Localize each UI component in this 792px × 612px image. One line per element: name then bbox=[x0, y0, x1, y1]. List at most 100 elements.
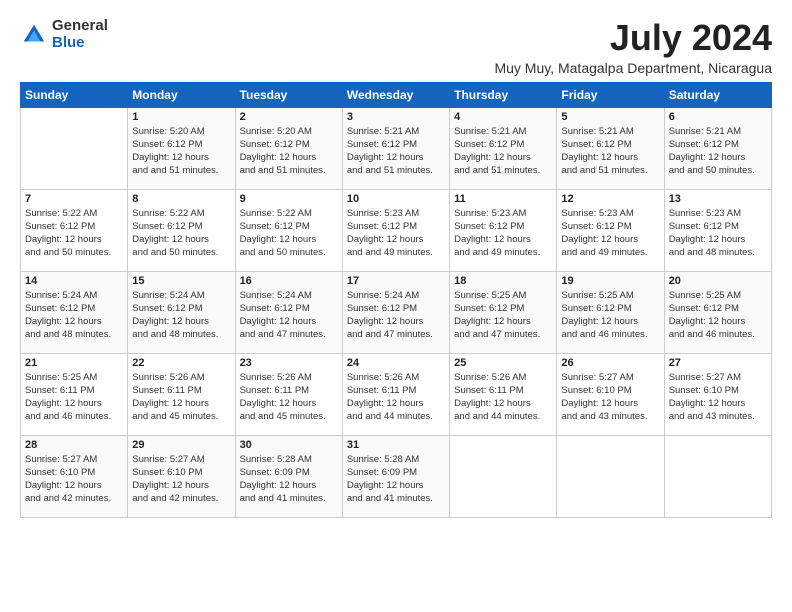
sunrise-text: Sunrise: 5:28 AM bbox=[347, 453, 445, 466]
sunrise-text: Sunrise: 5:22 AM bbox=[240, 207, 338, 220]
sunset-text: Sunset: 6:12 PM bbox=[347, 138, 445, 151]
logo-blue-text: Blue bbox=[52, 35, 108, 52]
day-number: 14 bbox=[25, 275, 123, 287]
sunset-text: Sunset: 6:12 PM bbox=[454, 302, 552, 315]
daylight-text-line2: and and 51 minutes. bbox=[347, 164, 445, 177]
calendar-cell: 4Sunrise: 5:21 AMSunset: 6:12 PMDaylight… bbox=[450, 107, 557, 189]
daylight-text-line2: and and 46 minutes. bbox=[25, 410, 123, 423]
sunset-text: Sunset: 6:12 PM bbox=[347, 220, 445, 233]
daylight-text-line1: Daylight: 12 hours bbox=[669, 233, 767, 246]
day-number: 26 bbox=[561, 357, 659, 369]
daylight-text-line1: Daylight: 12 hours bbox=[132, 397, 230, 410]
calendar-cell: 17Sunrise: 5:24 AMSunset: 6:12 PMDayligh… bbox=[342, 271, 449, 353]
sunrise-text: Sunrise: 5:22 AM bbox=[132, 207, 230, 220]
daylight-text-line1: Daylight: 12 hours bbox=[561, 397, 659, 410]
daylight-text-line2: and and 50 minutes. bbox=[669, 164, 767, 177]
day-number: 12 bbox=[561, 193, 659, 205]
day-number: 5 bbox=[561, 111, 659, 123]
logo-general-text: General bbox=[52, 18, 108, 35]
day-number: 27 bbox=[669, 357, 767, 369]
sunrise-text: Sunrise: 5:23 AM bbox=[561, 207, 659, 220]
daylight-text-line1: Daylight: 12 hours bbox=[669, 315, 767, 328]
daylight-text-line1: Daylight: 12 hours bbox=[454, 233, 552, 246]
sunrise-text: Sunrise: 5:24 AM bbox=[240, 289, 338, 302]
sunrise-text: Sunrise: 5:23 AM bbox=[347, 207, 445, 220]
sunset-text: Sunset: 6:10 PM bbox=[561, 384, 659, 397]
calendar-cell: 7Sunrise: 5:22 AMSunset: 6:12 PMDaylight… bbox=[21, 189, 128, 271]
daylight-text-line2: and and 44 minutes. bbox=[347, 410, 445, 423]
calendar-cell: 25Sunrise: 5:26 AMSunset: 6:11 PMDayligh… bbox=[450, 353, 557, 435]
day-number: 3 bbox=[347, 111, 445, 123]
calendar-body: 1Sunrise: 5:20 AMSunset: 6:12 PMDaylight… bbox=[21, 107, 772, 517]
daylight-text-line2: and and 51 minutes. bbox=[132, 164, 230, 177]
sunset-text: Sunset: 6:11 PM bbox=[240, 384, 338, 397]
sunrise-text: Sunrise: 5:25 AM bbox=[561, 289, 659, 302]
sunset-text: Sunset: 6:12 PM bbox=[669, 220, 767, 233]
calendar-week-row: 1Sunrise: 5:20 AMSunset: 6:12 PMDaylight… bbox=[21, 107, 772, 189]
calendar-cell: 18Sunrise: 5:25 AMSunset: 6:12 PMDayligh… bbox=[450, 271, 557, 353]
daylight-text-line2: and and 50 minutes. bbox=[25, 246, 123, 259]
daylight-text-line1: Daylight: 12 hours bbox=[25, 397, 123, 410]
calendar-cell: 5Sunrise: 5:21 AMSunset: 6:12 PMDaylight… bbox=[557, 107, 664, 189]
day-number: 10 bbox=[347, 193, 445, 205]
daylight-text-line1: Daylight: 12 hours bbox=[132, 479, 230, 492]
day-number: 9 bbox=[240, 193, 338, 205]
daylight-text-line1: Daylight: 12 hours bbox=[240, 233, 338, 246]
daylight-text-line1: Daylight: 12 hours bbox=[240, 397, 338, 410]
sunset-text: Sunset: 6:12 PM bbox=[132, 138, 230, 151]
calendar-cell: 9Sunrise: 5:22 AMSunset: 6:12 PMDaylight… bbox=[235, 189, 342, 271]
day-number: 13 bbox=[669, 193, 767, 205]
calendar-cell: 10Sunrise: 5:23 AMSunset: 6:12 PMDayligh… bbox=[342, 189, 449, 271]
daylight-text-line2: and and 51 minutes. bbox=[240, 164, 338, 177]
sunrise-text: Sunrise: 5:24 AM bbox=[347, 289, 445, 302]
col-thursday: Thursday bbox=[450, 82, 557, 107]
calendar-week-row: 21Sunrise: 5:25 AMSunset: 6:11 PMDayligh… bbox=[21, 353, 772, 435]
daylight-text-line1: Daylight: 12 hours bbox=[132, 151, 230, 164]
daylight-text-line1: Daylight: 12 hours bbox=[25, 233, 123, 246]
sunset-text: Sunset: 6:10 PM bbox=[132, 466, 230, 479]
calendar-cell: 28Sunrise: 5:27 AMSunset: 6:10 PMDayligh… bbox=[21, 435, 128, 517]
sunset-text: Sunset: 6:12 PM bbox=[25, 220, 123, 233]
day-number: 25 bbox=[454, 357, 552, 369]
sunrise-text: Sunrise: 5:25 AM bbox=[25, 371, 123, 384]
logo-text: General Blue bbox=[52, 18, 108, 51]
sunrise-text: Sunrise: 5:25 AM bbox=[669, 289, 767, 302]
col-monday: Monday bbox=[128, 82, 235, 107]
calendar-cell: 21Sunrise: 5:25 AMSunset: 6:11 PMDayligh… bbox=[21, 353, 128, 435]
daylight-text-line2: and and 47 minutes. bbox=[240, 328, 338, 341]
calendar-cell: 24Sunrise: 5:26 AMSunset: 6:11 PMDayligh… bbox=[342, 353, 449, 435]
sunrise-text: Sunrise: 5:28 AM bbox=[240, 453, 338, 466]
daylight-text-line2: and and 41 minutes. bbox=[347, 492, 445, 505]
daylight-text-line1: Daylight: 12 hours bbox=[561, 315, 659, 328]
calendar-cell: 30Sunrise: 5:28 AMSunset: 6:09 PMDayligh… bbox=[235, 435, 342, 517]
sunrise-text: Sunrise: 5:23 AM bbox=[669, 207, 767, 220]
sunset-text: Sunset: 6:12 PM bbox=[25, 302, 123, 315]
sunrise-text: Sunrise: 5:20 AM bbox=[240, 125, 338, 138]
sunset-text: Sunset: 6:12 PM bbox=[132, 302, 230, 315]
daylight-text-line2: and and 43 minutes. bbox=[669, 410, 767, 423]
sunrise-text: Sunrise: 5:27 AM bbox=[132, 453, 230, 466]
col-saturday: Saturday bbox=[664, 82, 771, 107]
calendar-cell: 20Sunrise: 5:25 AMSunset: 6:12 PMDayligh… bbox=[664, 271, 771, 353]
sunset-text: Sunset: 6:12 PM bbox=[132, 220, 230, 233]
calendar-table: Sunday Monday Tuesday Wednesday Thursday… bbox=[20, 82, 772, 518]
daylight-text-line1: Daylight: 12 hours bbox=[132, 233, 230, 246]
logo-icon bbox=[20, 21, 48, 49]
logo: General Blue bbox=[20, 18, 108, 51]
header: General Blue July 2024 Muy Muy, Matagalp… bbox=[20, 18, 772, 76]
calendar-week-row: 28Sunrise: 5:27 AMSunset: 6:10 PMDayligh… bbox=[21, 435, 772, 517]
calendar-cell bbox=[450, 435, 557, 517]
col-tuesday: Tuesday bbox=[235, 82, 342, 107]
day-number: 4 bbox=[454, 111, 552, 123]
sunset-text: Sunset: 6:12 PM bbox=[454, 220, 552, 233]
calendar-cell: 15Sunrise: 5:24 AMSunset: 6:12 PMDayligh… bbox=[128, 271, 235, 353]
daylight-text-line1: Daylight: 12 hours bbox=[454, 151, 552, 164]
sunrise-text: Sunrise: 5:24 AM bbox=[25, 289, 123, 302]
sunrise-text: Sunrise: 5:21 AM bbox=[669, 125, 767, 138]
sunset-text: Sunset: 6:11 PM bbox=[25, 384, 123, 397]
daylight-text-line2: and and 41 minutes. bbox=[240, 492, 338, 505]
daylight-text-line2: and and 42 minutes. bbox=[132, 492, 230, 505]
daylight-text-line2: and and 46 minutes. bbox=[669, 328, 767, 341]
calendar-cell: 11Sunrise: 5:23 AMSunset: 6:12 PMDayligh… bbox=[450, 189, 557, 271]
calendar-page: General Blue July 2024 Muy Muy, Matagalp… bbox=[0, 0, 792, 612]
